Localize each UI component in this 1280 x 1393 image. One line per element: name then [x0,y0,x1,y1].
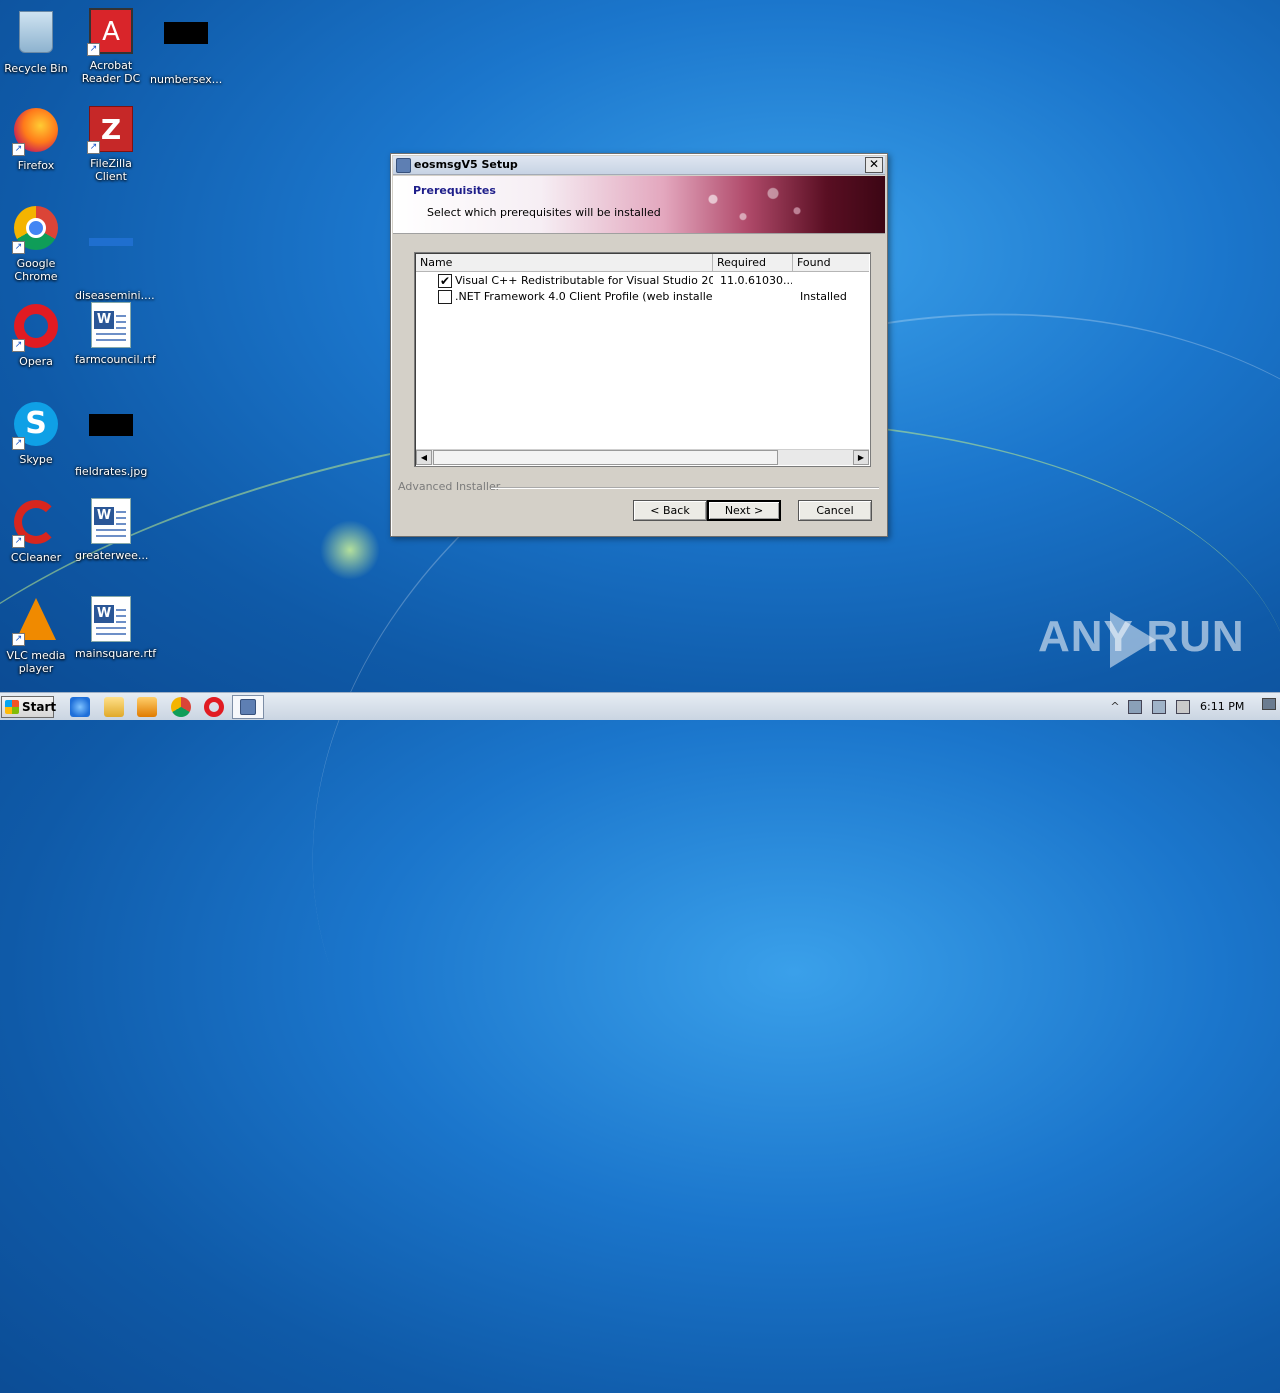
show-desktop-icon[interactable] [1262,698,1276,710]
file-thumbnail-icon [164,22,208,44]
desktop-icon-label: Google Chrome [14,257,58,283]
word-document-icon: W [91,498,131,544]
anyrun-watermark: ANY RUN [1038,612,1245,661]
desktop-icon-label: FileZilla Client [90,157,132,183]
desktop-icon-greaterwee[interactable]: W greaterwee... [75,498,149,562]
desktop-icon-skype[interactable]: S ↗ Skype [0,400,72,466]
desktop-icon-ccleaner[interactable]: ↗ CCleaner [0,498,72,564]
desktop-icon-label: Skype [19,453,53,466]
desktop-icon-chrome[interactable]: ↗ Google Chrome [0,204,72,283]
internet-explorer-icon[interactable] [70,697,90,717]
prerequisite-required: 11.0.61030... [720,274,792,287]
scroll-right-icon[interactable]: ▶ [853,450,869,465]
shortcut-arrow-icon: ↗ [12,535,25,548]
image-thumbnail-icon [89,414,133,436]
shortcut-arrow-icon: ↗ [87,43,100,56]
installer-taskbar-icon [240,699,256,715]
opera-taskbar-icon[interactable] [204,697,224,717]
start-label: Start [22,700,57,714]
list-header: Name Required Found [416,254,869,272]
back-button[interactable]: < Back [633,500,707,521]
prerequisite-checkbox[interactable] [438,290,452,304]
desktop-icon-label: mainsquare.rtf [75,647,157,660]
close-button[interactable]: ✕ [865,157,883,173]
desktop-icon-firefox[interactable]: ↗ Firefox [0,106,72,172]
action-center-icon[interactable] [1128,700,1142,714]
prerequisite-name: .NET Framework 4.0 Client Profile (web i… [455,290,713,303]
windows-logo-icon [5,700,19,714]
desktop-icon-label: numbersex... [150,73,223,86]
desktop-icon-label: fieldrates.jpg [75,465,148,478]
list-item[interactable]: .NET Framework 4.0 Client Profile (web i… [416,289,869,305]
taskbar: Start ^ 6:11 PM [0,692,1280,720]
prerequisites-list[interactable]: Name Required Found ✔ Visual C++ Redistr… [414,252,871,467]
tray-expand-icon[interactable]: ^ [1108,700,1122,714]
banner-decoration [673,176,873,233]
shortcut-arrow-icon: ↗ [12,437,25,450]
recycle-bin-icon [19,11,53,53]
scroll-left-icon[interactable]: ◀ [416,450,432,465]
desktop-icon-label: VLC media player [6,649,66,675]
network-icon[interactable] [1152,700,1166,714]
desktop-icon-filezilla[interactable]: Z ↗ FileZilla Client [75,106,147,183]
desktop-icon-label: Recycle Bin [4,62,68,75]
desktop-icon-acrobat[interactable]: A ↗ Acrobat Reader DC [75,8,147,85]
word-document-icon: W [91,596,131,642]
desktop-icon-opera[interactable]: ↗ Opera [0,302,72,368]
desktop-icon-farmcouncil[interactable]: W farmcouncil.rtf [75,302,156,366]
dialog-titlebar[interactable]: eosmsgV5 Setup ✕ [393,156,885,175]
column-header-required[interactable]: Required [713,254,793,272]
desktop-icon-label: Firefox [17,159,55,172]
setup-dialog: eosmsgV5 Setup ✕ Prerequisites Select wh… [390,153,888,537]
shortcut-arrow-icon: ↗ [12,143,25,156]
cancel-button[interactable]: Cancel [798,500,872,521]
taskbar-clock[interactable]: 6:11 PM [1200,700,1244,713]
banner-heading: Prerequisites [413,184,496,197]
desktop-icon-vlc[interactable]: ↗ VLC media player [0,596,72,675]
desktop-icon-label: farmcouncil.rtf [75,353,156,366]
chrome-taskbar-icon[interactable] [171,697,191,717]
dialog-title: eosmsgV5 Setup [414,158,518,171]
advanced-installer-label: Advanced Installer [398,480,501,493]
desktop-icon-fieldrates[interactable]: fieldrates.jpg [75,400,147,478]
desktop-icon-label: CCleaner [10,551,62,564]
wallpaper-glow [320,520,380,580]
setup-taskbar-button[interactable] [232,695,264,719]
media-player-icon[interactable] [137,697,157,717]
shortcut-arrow-icon: ↗ [12,633,25,646]
column-header-name[interactable]: Name [416,254,713,272]
file-thumbnail-icon [89,238,133,246]
list-item[interactable]: ✔ Visual C++ Redistributable for Visual … [416,273,869,289]
desktop-icon-label: Acrobat Reader DC [81,59,141,85]
column-header-found[interactable]: Found [793,254,871,272]
desktop-icon-diseasemini[interactable]: diseasemini.... [75,204,155,302]
desktop-icon-label: greaterwee... [75,549,149,562]
desktop-icon-recycle-bin[interactable]: Recycle Bin [0,8,72,75]
prerequisite-name: Visual C++ Redistributable for Visual St… [455,274,713,287]
separator [491,487,879,489]
installer-icon [396,158,411,173]
prerequisite-checkbox[interactable]: ✔ [438,274,452,288]
volume-icon[interactable] [1176,700,1190,714]
prerequisite-found: Installed [800,290,847,303]
shortcut-arrow-icon: ↗ [12,339,25,352]
dialog-banner: Prerequisites Select which prerequisites… [393,176,885,234]
scrollbar-thumb[interactable] [433,450,778,465]
shortcut-arrow-icon: ↗ [12,241,25,254]
desktop-icon-mainsquare[interactable]: W mainsquare.rtf [75,596,157,660]
desktop-icon-numbersex[interactable]: numbersex... [150,8,222,86]
file-explorer-icon[interactable] [104,697,124,717]
start-button[interactable]: Start [1,696,57,718]
desktop-icon-label: diseasemini.... [75,289,155,302]
horizontal-scrollbar[interactable]: ◀ ▶ [416,449,869,465]
word-document-icon: W [91,302,131,348]
shortcut-arrow-icon: ↗ [87,141,100,154]
banner-subtitle: Select which prerequisites will be insta… [427,206,661,219]
desktop-icon-label: Opera [19,355,53,368]
next-button[interactable]: Next > [707,500,781,521]
